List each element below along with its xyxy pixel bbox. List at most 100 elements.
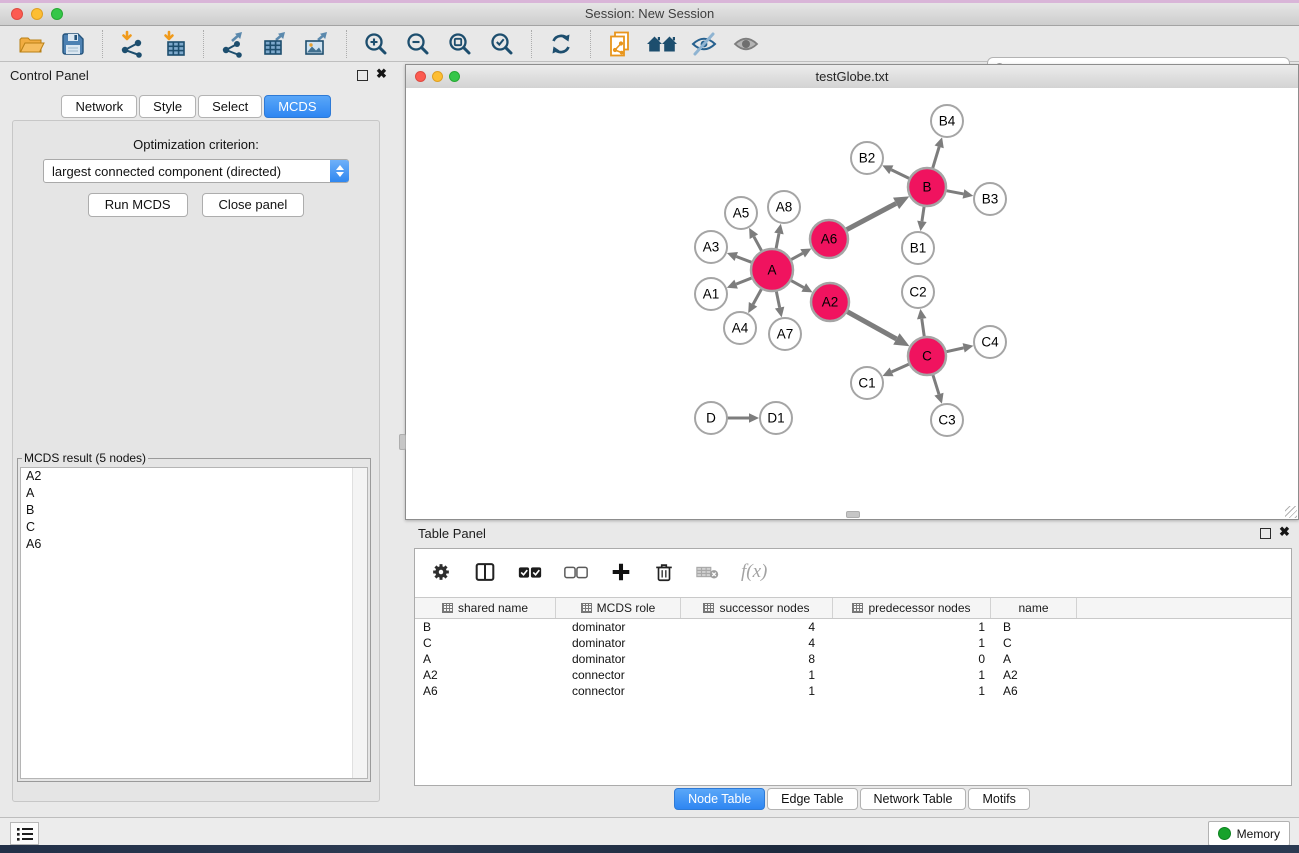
network-canvas[interactable]: B4B2BB3A5A8A6B1A3AC2A1A2A4A7C4CC1C3DD1: [406, 88, 1298, 519]
table-cell: A2: [991, 667, 1077, 683]
network-horizontal-scrollbar-thumb[interactable]: [846, 511, 860, 518]
zoom-fit-button[interactable]: [443, 28, 477, 60]
mcds-result-list[interactable]: A2ABCA6: [20, 467, 368, 779]
app-titlebar: Session: New Session: [0, 3, 1299, 26]
open-session-button[interactable]: [14, 28, 48, 60]
table-panel-float-icon[interactable]: [1260, 528, 1271, 539]
close-panel-button[interactable]: Close panel: [202, 193, 305, 217]
table-panel-close-icon[interactable]: ✖: [1279, 524, 1290, 540]
memory-button[interactable]: Memory: [1208, 821, 1290, 846]
create-column-button[interactable]: [609, 560, 633, 584]
graph-edge[interactable]: [891, 170, 911, 180]
table-cell: 8: [681, 651, 833, 667]
graph-node-label: B3: [982, 192, 999, 207]
export-network-button[interactable]: [216, 28, 250, 60]
graph-edge-arrowhead: [963, 189, 974, 198]
houses-icon: [646, 31, 678, 57]
import-network-button[interactable]: [115, 28, 149, 60]
tab-edge-table[interactable]: Edge Table: [767, 788, 857, 810]
column-header-name[interactable]: name: [991, 598, 1077, 618]
mcds-result-item[interactable]: C: [21, 519, 367, 536]
network-window-titlebar[interactable]: testGlobe.txt: [406, 65, 1298, 89]
delete-column-button[interactable]: [653, 560, 675, 584]
mcds-result-scrollbar[interactable]: [352, 468, 367, 778]
mcds-result-item[interactable]: A: [21, 485, 367, 502]
delete-table-button[interactable]: [695, 561, 721, 583]
table-row[interactable]: Bdominator41B: [415, 619, 1291, 635]
list-icon: [16, 826, 34, 842]
network-vertical-scrollbar-thumb[interactable]: [399, 434, 406, 450]
graph-edge[interactable]: [932, 372, 939, 394]
tab-select[interactable]: Select: [198, 95, 262, 118]
mcds-result-item[interactable]: A6: [21, 536, 367, 553]
control-panel-tabs: Network Style Select MCDS: [0, 95, 392, 118]
apply-layout-button[interactable]: [544, 28, 578, 60]
table-cell: A6: [991, 683, 1077, 699]
control-panel-float-icon[interactable]: [357, 70, 368, 81]
tab-motifs[interactable]: Motifs: [968, 788, 1029, 810]
graph-node-label: A5: [733, 206, 750, 221]
graph-node-label: D1: [767, 411, 784, 426]
app-title: Session: New Session: [0, 6, 1299, 21]
graph-node-label: A8: [776, 200, 793, 215]
new-network-from-selection-button[interactable]: [603, 28, 637, 60]
menu-list-button[interactable]: [10, 822, 39, 845]
table-cell: 1: [833, 667, 991, 683]
first-neighbors-button[interactable]: [645, 28, 679, 60]
graph-edge[interactable]: [892, 363, 912, 372]
import-table-button[interactable]: [157, 28, 191, 60]
delete-table-icon: [695, 561, 721, 583]
select-all-button[interactable]: [517, 560, 543, 584]
table-cell: C: [991, 635, 1077, 651]
criterion-dropdown[interactable]: largest connected component (directed): [43, 159, 349, 183]
run-mcds-button[interactable]: Run MCDS: [88, 193, 188, 217]
show-all-button[interactable]: [729, 28, 763, 60]
mcds-result-item[interactable]: A2: [21, 468, 367, 485]
graph-node-label: B1: [910, 241, 927, 256]
tab-style[interactable]: Style: [139, 95, 196, 118]
table-cell: connector: [556, 667, 681, 683]
column-header-successor-nodes[interactable]: successor nodes: [681, 598, 833, 618]
control-panel-close-icon[interactable]: ✖: [376, 66, 387, 82]
tab-mcds[interactable]: MCDS: [264, 95, 330, 118]
memory-status-dot: [1218, 827, 1231, 840]
hide-selected-button[interactable]: [687, 28, 721, 60]
column-header-mcds-role[interactable]: MCDS role: [556, 598, 681, 618]
tab-network-table[interactable]: Network Table: [860, 788, 967, 810]
graph-edge[interactable]: [844, 203, 896, 231]
table-row[interactable]: Cdominator41C: [415, 635, 1291, 651]
deselect-all-button[interactable]: [563, 560, 589, 584]
save-session-button[interactable]: [56, 28, 90, 60]
export-image-button[interactable]: [300, 28, 334, 60]
toggle-column-panel-button[interactable]: [473, 560, 497, 584]
refresh-layout-icon: [548, 31, 574, 57]
import-network-icon: [118, 30, 146, 58]
mcds-result-item[interactable]: B: [21, 502, 367, 519]
zoom-selected-button[interactable]: [485, 28, 519, 60]
eye-slash-icon: [690, 30, 718, 58]
graph-edge-arrowhead: [934, 393, 943, 404]
mcds-panel: Optimization criterion: largest connecte…: [12, 120, 380, 802]
graph-edge[interactable]: [845, 310, 897, 339]
status-bar: Memory: [0, 817, 1299, 845]
table-cell: 4: [681, 619, 833, 635]
table-toolbar: f(x): [415, 549, 1291, 595]
graph-edge[interactable]: [932, 147, 939, 171]
graph-edge-arrowhead: [749, 413, 759, 423]
table-row[interactable]: A2connector11A2: [415, 667, 1291, 683]
column-header-shared-name[interactable]: shared name: [415, 598, 556, 618]
column-header-predecessor-nodes[interactable]: predecessor nodes: [833, 598, 991, 618]
function-builder-button[interactable]: f(x): [741, 561, 767, 583]
graph-node-label: A: [767, 263, 776, 278]
network-window-resize-grip[interactable]: [1285, 506, 1297, 518]
export-table-button[interactable]: [258, 28, 292, 60]
zoom-in-button[interactable]: [359, 28, 393, 60]
tab-node-table[interactable]: Node Table: [674, 788, 765, 810]
zoom-out-button[interactable]: [401, 28, 435, 60]
column-type-icon: [852, 603, 863, 613]
table-row[interactable]: Adominator80A: [415, 651, 1291, 667]
table-settings-button[interactable]: [429, 560, 453, 584]
table-row[interactable]: A6connector11A6: [415, 683, 1291, 699]
tab-network[interactable]: Network: [61, 95, 137, 118]
control-panel: Control Panel ✖ Network Style Select MCD…: [0, 62, 392, 817]
